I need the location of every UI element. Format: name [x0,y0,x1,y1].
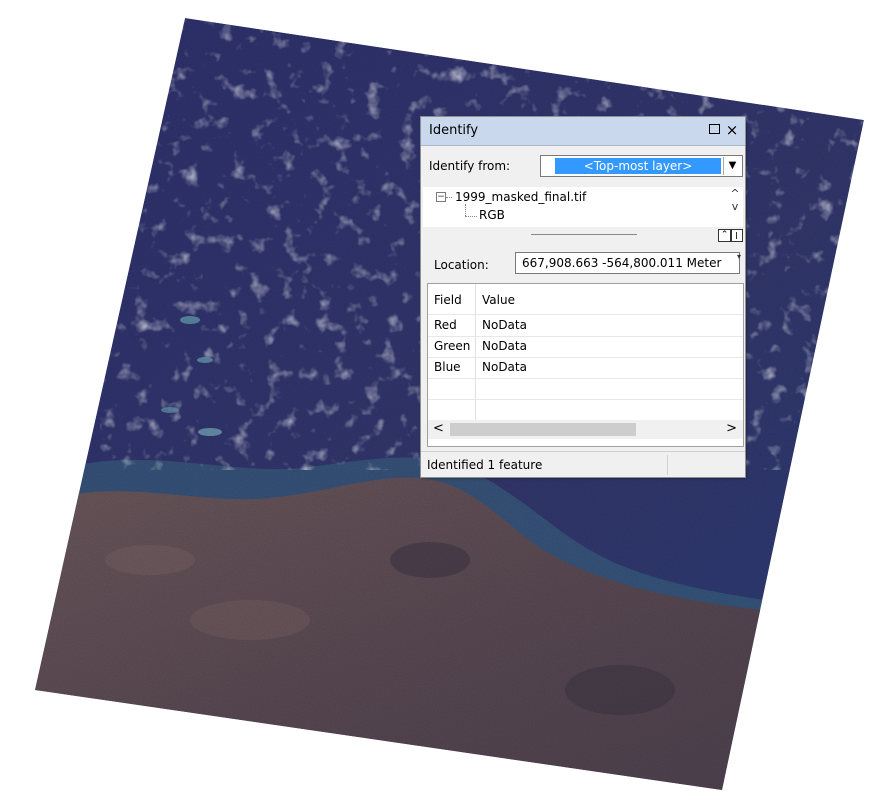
location-row: Location: 667,908.663 -564,800.011 Meter… [421,252,745,276]
chevron-down-icon[interactable]: ▼ [723,157,741,175]
status-bar: Identified 1 feature [421,451,745,478]
identify-from-label: Identify from: [429,159,511,173]
tree-item-layer[interactable]: 1999_masked_final.tif [455,190,586,204]
splitter-grip[interactable] [531,234,637,235]
value-header[interactable]: Value [482,293,515,307]
close-icon[interactable]: × [723,121,741,139]
value-cell: NoData [482,339,527,353]
table-row[interactable]: Red NoData [428,315,743,337]
tree-connector [446,197,452,198]
table-row[interactable]: Blue NoData [428,357,743,379]
tree-item-feature[interactable]: RGB [479,208,505,222]
tree-connector [465,216,477,217]
identify-from-selected: <Top-most layer> [555,158,721,174]
identify-from-dropdown[interactable]: <Top-most layer> ▼ [540,155,743,177]
field-cell: Green [434,339,471,353]
window-title: Identify [429,123,479,138]
scroll-left-icon[interactable]: < [433,421,444,436]
pane-splitter[interactable]: ⌃ [423,229,743,242]
maximize-icon[interactable] [705,121,723,139]
empty-row [428,378,743,400]
field-header[interactable]: Field [434,293,462,307]
location-label: Location: [434,258,489,272]
collapse-up-icon[interactable]: ⌃ [718,229,731,242]
grid-header-row: Field Value [428,286,743,315]
value-cell: NoData [482,360,527,374]
status-divider [667,455,668,475]
status-text: Identified 1 feature [427,458,543,472]
identify-from-row: Identify from: <Top-most layer> ▼ [421,155,745,179]
layout-toggle-icon[interactable] [731,229,743,242]
scroll-down-icon[interactable]: v [727,200,743,213]
units-dropdown-icon[interactable]: ▾ [737,252,741,261]
location-field[interactable]: 667,908.663 -564,800.011 Meter [515,252,740,274]
field-cell: Blue [434,360,461,374]
field-cell: Red [434,318,457,332]
identify-window: Identify × Identify from: <Top-most laye… [420,116,746,478]
tree-connector [465,204,466,216]
empty-row [428,399,743,421]
value-cell: NoData [482,318,527,332]
scroll-thumb[interactable] [450,423,636,436]
tree-scrollbar[interactable]: ^ v [727,187,743,227]
attributes-grid: Field Value Red NoData Green NoData Blue… [427,283,744,447]
scroll-right-icon[interactable]: > [726,421,737,436]
scroll-up-icon[interactable]: ^ [727,187,743,200]
collapse-icon[interactable]: − [436,192,446,202]
results-tree: − 1999_masked_final.tif RGB ^ v [423,187,743,227]
table-row[interactable]: Green NoData [428,336,743,358]
horizontal-scrollbar[interactable]: < > [428,420,743,439]
window-titlebar[interactable]: Identify × [421,117,745,146]
